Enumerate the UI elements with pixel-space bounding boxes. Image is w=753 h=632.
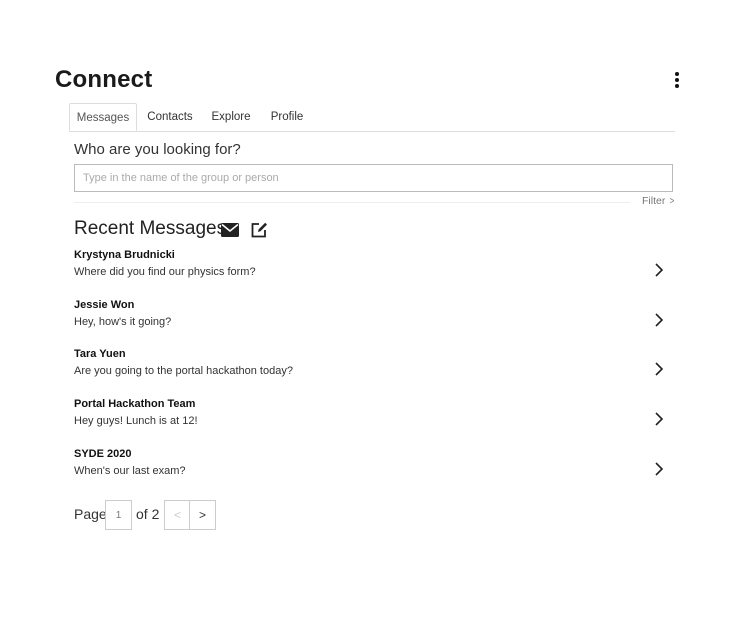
message-sender: Krystyna Brudnicki [74,249,175,261]
message-item[interactable]: Portal Hackathon Team Hey guys! Lunch is… [74,398,674,448]
message-preview: Where did you find our physics form? [74,266,256,278]
tab-explore[interactable]: Explore [207,103,255,131]
chevron-right-icon[interactable] [654,462,664,476]
tab-messages[interactable]: Messages [69,103,137,131]
filter-divider [74,202,630,203]
message-preview: When's our last exam? [74,464,186,477]
message-preview: Hey, how's it going? [74,315,172,328]
message-sender: Tara Yuen [74,348,126,361]
message-sender: Portal Hackathon Team [74,398,196,411]
tab-contacts[interactable]: Contacts [141,103,199,131]
message-list: Krystyna Brudnicki Where did you find ou… [74,249,674,497]
page-number-input[interactable] [105,500,132,530]
message-preview: Hey guys! Lunch is at 12! [74,415,198,428]
more-vertical-icon[interactable] [670,70,684,90]
chevron-right-icon[interactable] [654,412,664,426]
message-sender: Jessie Won [74,298,135,311]
prev-page-button[interactable]: < [164,500,191,530]
message-item[interactable]: Krystyna Brudnicki Where did you find ou… [74,249,674,299]
page-title: Connect [55,66,153,93]
message-item[interactable]: Jessie Won Hey, how's it going? [74,299,674,349]
envelope-icon[interactable] [221,223,239,237]
page-total: of 2 [136,506,160,522]
compose-icon[interactable] [250,221,268,239]
chevron-right-icon: > [669,196,675,207]
chevron-right-icon[interactable] [654,362,664,376]
chevron-right-icon[interactable] [654,313,664,327]
filter-button[interactable]: Filter > [642,195,675,207]
message-preview: Are you going to the portal hackathon to… [74,365,293,378]
next-page-button[interactable]: > [189,500,216,530]
filter-label: Filter [642,195,666,207]
tab-bar: Messages Contacts Explore Profile [69,103,675,132]
message-item[interactable]: Tara Yuen Are you going to the portal ha… [74,348,674,398]
tab-profile[interactable]: Profile [266,103,308,131]
search-heading: Who are you looking for? [74,141,241,158]
search-input[interactable] [74,164,673,192]
message-item[interactable]: SYDE 2020 When's our last exam? [74,448,674,498]
recent-messages-title: Recent Messages [74,218,227,239]
page-label: Page [74,506,107,522]
chevron-right-icon[interactable] [654,263,664,277]
message-sender: SYDE 2020 [74,447,132,460]
